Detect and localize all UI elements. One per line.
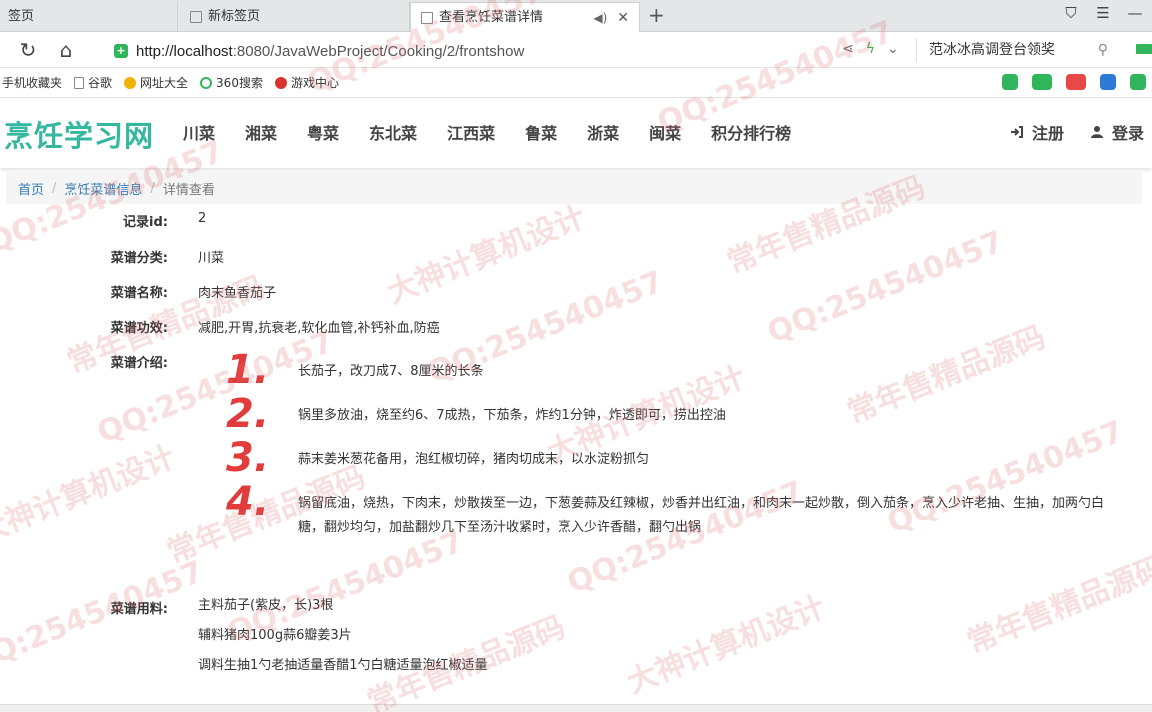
browser-tab[interactable]: 签页 — [0, 2, 178, 32]
breadcrumb-section[interactable]: 烹饪菜谱信息 — [64, 179, 142, 198]
speaker-icon[interactable]: ◀) — [593, 4, 607, 32]
new-tab-icon[interactable]: + — [648, 4, 665, 26]
watermark: QQ:254540457 — [762, 224, 1009, 351]
browser-tab-active[interactable]: 查看烹饪菜谱详情 ◀) ✕ — [410, 2, 640, 32]
nav-item[interactable]: 川菜 — [168, 120, 230, 144]
search-box[interactable]: 范冰冰高调登台领奖 ⚲ — [916, 38, 1116, 62]
tab-label: 查看烹饪菜谱详情 — [439, 9, 544, 25]
chat-icon[interactable] — [1002, 74, 1018, 90]
address-bar: ↻ ⌂ + http://localhost:8080/JavaWebProje… — [0, 32, 1152, 68]
login-link[interactable]: 登录 — [1090, 120, 1144, 144]
gamepad-icon[interactable] — [1130, 74, 1146, 90]
tab-label: 签页 — [8, 9, 35, 24]
watermark: 大神计算机设计 — [0, 439, 181, 551]
ingredient-line: 调料生抽1勺老抽适量香醋1勺白糖适量泡红椒适量 — [198, 658, 488, 673]
field-label: 菜谱用料: — [110, 602, 168, 617]
nav-item[interactable]: 积分排行榜 — [696, 120, 806, 144]
ingredient-line: 辅料猪肉100g蒜6瓣姜3片 — [198, 628, 352, 643]
address-icons: ⋖ ϟ ⌄ — [842, 41, 899, 57]
nav-item[interactable]: 湘菜 — [230, 120, 292, 144]
nav-item[interactable]: 浙菜 — [572, 120, 634, 144]
minimize-icon[interactable]: — — [1124, 4, 1146, 22]
breadcrumb-separator: / — [150, 180, 155, 196]
breadcrumb-home[interactable]: 首页 — [18, 179, 44, 198]
breadcrumb-current: 详情查看 — [162, 182, 215, 198]
share-icon[interactable]: ⋖ — [842, 41, 854, 57]
step-text: 蒜末姜米葱花备用，泡红椒切碎，猪肉切成末，以水淀粉抓匀 — [298, 452, 650, 467]
step-text: 锅里多放油，烧至约6、7成热，下茄条，炸约1分钟，炸透即可，捞出控油 — [298, 408, 726, 423]
search-suggestion: 范冰冰高调登台领奖 — [929, 42, 1055, 58]
nav-item[interactable]: 鲁菜 — [510, 120, 572, 144]
nav-item[interactable]: 江西菜 — [432, 120, 510, 144]
page-icon — [190, 11, 202, 23]
watermark: 大神计算机设计 — [382, 199, 591, 311]
magnifier-icon[interactable] — [1100, 74, 1116, 90]
url-text: http://localhost:8080/JavaWebProject/Coo… — [136, 42, 525, 60]
field-value: 川菜 — [198, 251, 225, 266]
search-engine-icon — [200, 76, 213, 89]
field-value: 2 — [198, 211, 207, 226]
register-link[interactable]: 注册 — [1010, 120, 1064, 144]
auth-links: 注册 登录 — [1010, 120, 1144, 144]
bookmark-item[interactable]: 网址大全 — [124, 74, 188, 91]
page-icon — [421, 11, 433, 24]
user-icon — [1090, 126, 1103, 138]
sign-in-icon — [1010, 126, 1023, 138]
watermark: QQ:254540457 — [92, 324, 339, 451]
browser-tab[interactable]: 新标签页 — [180, 2, 410, 32]
site-header: 烹饪学习网 川菜 湘菜 粤菜 东北菜 江西菜 鲁菜 浙菜 闽菜 积分排行榜 注册… — [0, 98, 1152, 168]
menu-icon[interactable]: ☰ — [1092, 4, 1114, 22]
nav-item[interactable]: 东北菜 — [354, 120, 432, 144]
browser-tab-bar: 签页 新标签页 查看烹饪菜谱详情 ◀) ✕ + ⛉ ☰ — — [0, 0, 1152, 32]
step-number: 1. — [226, 347, 270, 393]
tab-label: 新标签页 — [208, 9, 261, 24]
step-number: 4. — [226, 479, 270, 525]
field-label: 菜谱功效: — [110, 321, 168, 336]
game-icon — [274, 76, 287, 89]
extension-icons — [1002, 74, 1146, 90]
bookmark-item[interactable]: 游戏中心 — [274, 74, 339, 91]
web-directory-icon — [124, 76, 137, 89]
home-icon[interactable]: ⌂ — [54, 38, 78, 62]
field-value: 肉末鱼香茄子 — [198, 286, 277, 301]
translate-icon[interactable] — [1032, 74, 1052, 90]
step-text: 锅留底油，烧热，下肉末，炒散拨至一边，下葱姜蒜及红辣椒，炒香并出红油，和肉末一起… — [298, 496, 1105, 535]
step-number: 3. — [226, 435, 270, 481]
field-label: 菜谱介绍: — [110, 356, 168, 371]
step-number: 2. — [226, 391, 270, 437]
step-text: 长茄子，改刀成7、8厘米的长条 — [298, 364, 484, 379]
window-controls: ⛉ ☰ — — [1060, 4, 1152, 22]
ingredient-line: 主料茄子(紫皮，长)3根 — [198, 598, 334, 613]
watermark: 常年售精品源码 — [962, 549, 1152, 661]
scissors-icon[interactable] — [1066, 74, 1086, 90]
field-label: 菜谱名称: — [110, 286, 168, 301]
lightning-icon[interactable]: ϟ — [866, 41, 875, 57]
bookmark-item[interactable]: 360搜索 — [200, 74, 263, 91]
chevron-down-icon[interactable]: ⌄ — [887, 41, 899, 57]
ingredients-list: 主料茄子(紫皮，长)3根 辅料猪肉100g蒜6瓣姜3片 调料生抽1勺老抽适量香醋… — [198, 594, 488, 684]
close-tab-icon[interactable]: ✕ — [617, 4, 629, 32]
shirt-icon[interactable]: ⛉ — [1060, 4, 1082, 22]
nav-item[interactable]: 闽菜 — [634, 120, 696, 144]
field-label: 记录id: — [123, 215, 168, 230]
nav-item[interactable]: 粤菜 — [292, 120, 354, 144]
battery-icon — [1136, 44, 1152, 54]
main-nav: 川菜 湘菜 粤菜 东北菜 江西菜 鲁菜 浙菜 闽菜 积分排行榜 — [168, 120, 806, 144]
page-icon — [74, 76, 85, 89]
watermark: QQ:254540457 — [0, 554, 209, 681]
url-field[interactable]: + http://localhost:8080/JavaWebProject/C… — [114, 39, 914, 63]
status-bar — [0, 704, 1152, 712]
search-icon[interactable]: ⚲ — [1098, 38, 1108, 62]
bookmark-item[interactable]: 谷歌 — [74, 74, 112, 91]
watermark: 大神计算机设计 — [622, 589, 831, 701]
field-label: 菜谱分类: — [110, 251, 168, 266]
breadcrumb: 首页 / 烹饪菜谱信息 / 详情查看 — [6, 172, 1142, 204]
site-logo[interactable]: 烹饪学习网 — [4, 113, 154, 155]
bookmark-item[interactable]: 手机收藏夹 — [2, 74, 62, 91]
reload-icon[interactable]: ↻ — [16, 38, 40, 62]
field-value: 减肥,开胃,抗衰老,软化血管,补钙补血,防癌 — [198, 321, 440, 336]
bookmarks-bar: 手机收藏夹 谷歌 网址大全 360搜索 游戏中心 — [0, 68, 1152, 98]
breadcrumb-separator: / — [52, 180, 57, 196]
secure-shield-icon: + — [114, 44, 128, 58]
